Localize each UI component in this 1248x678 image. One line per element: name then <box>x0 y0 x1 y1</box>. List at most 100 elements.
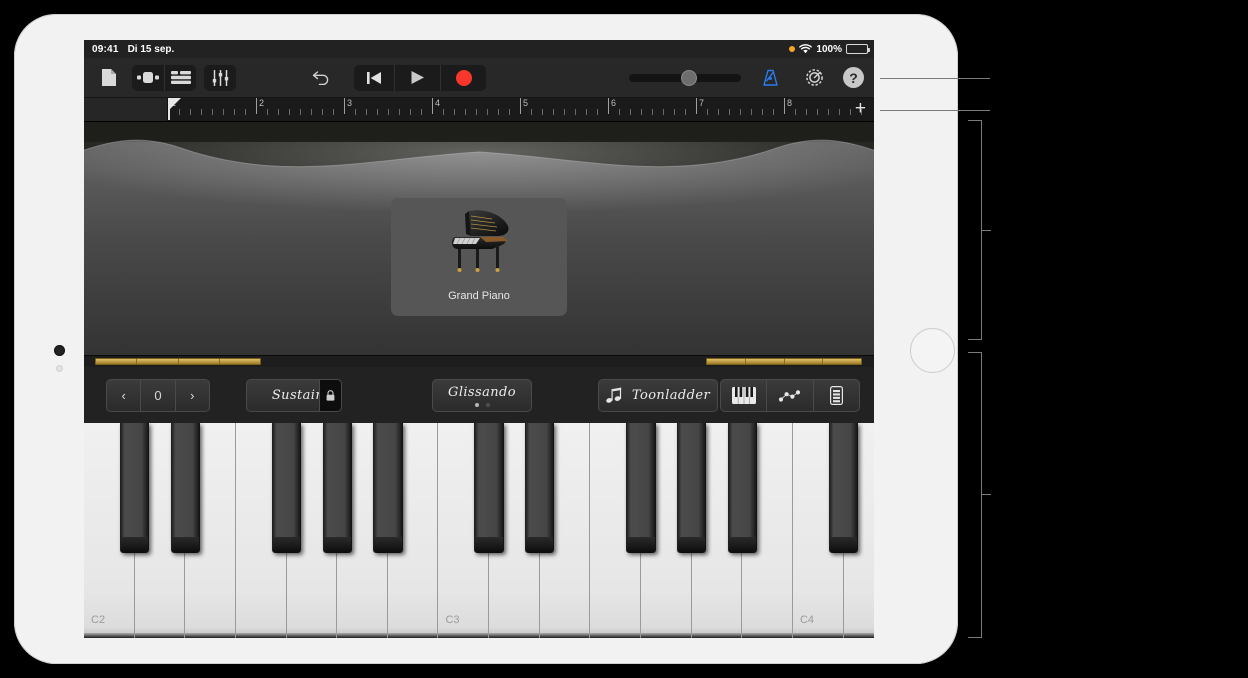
loop-browser-button[interactable] <box>132 65 164 91</box>
keyboard-mode-group <box>720 379 860 412</box>
sustain-lock-toggle[interactable] <box>319 380 341 411</box>
black-key-asharp3[interactable] <box>727 423 757 553</box>
callout-line-keyboard <box>982 494 991 495</box>
front-camera <box>54 345 65 356</box>
app-toolbar: ? <box>84 58 874 98</box>
black-key-csharp3[interactable] <box>474 423 504 553</box>
ruler-bar-line <box>608 98 609 114</box>
black-key-fsharp3[interactable] <box>626 423 656 553</box>
glissando-dot-1[interactable] <box>474 402 479 407</box>
black-key-fsharp2[interactable] <box>271 423 302 553</box>
my-songs-button[interactable] <box>94 65 124 91</box>
playhead[interactable] <box>168 98 181 120</box>
ruler-bar-line <box>256 98 257 114</box>
octave-up-button[interactable]: › <box>174 380 209 411</box>
home-button[interactable] <box>910 328 955 373</box>
ruler-tick <box>839 109 840 115</box>
gold-bar-right <box>706 358 862 365</box>
play-button[interactable] <box>394 64 440 91</box>
ruler-bar-line <box>344 98 345 114</box>
ruler-tick <box>630 109 631 115</box>
timeline-ruler[interactable]: 12345678 + <box>84 98 874 122</box>
add-section-button[interactable]: + <box>855 99 866 118</box>
sliders-icon <box>212 69 228 86</box>
instrument-card[interactable]: Grand Piano <box>391 198 567 316</box>
instrument-name-label: Grand Piano <box>448 290 510 302</box>
eighth-notes-icon <box>606 387 622 403</box>
track-view-icon <box>170 71 191 84</box>
mixer-button[interactable] <box>204 65 236 91</box>
master-volume-knob[interactable] <box>681 69 697 86</box>
ruler-bar-number: 7 <box>699 98 705 108</box>
battery-percentage: 100% <box>816 43 842 55</box>
stacked-keys-icon <box>829 386 843 405</box>
ruler-tick <box>333 109 334 115</box>
ruler-tick <box>674 109 675 115</box>
metronome-button[interactable] <box>755 65 785 91</box>
record-button[interactable] <box>440 64 486 91</box>
ruler-bar-number: 3 <box>347 98 353 108</box>
status-date: Di 15 sep. <box>127 43 175 55</box>
black-key-dsharp2[interactable] <box>170 423 200 553</box>
ipad-device-frame: 09:41 Di 15 sep. 100% ? 2 3 4 5 6 7 8 + … <box>14 14 958 664</box>
ruler-bar-line <box>432 98 433 114</box>
metronome-icon <box>762 69 778 86</box>
ruler-bar-line <box>784 98 785 114</box>
glissando-button[interactable]: Glissando <box>432 379 532 412</box>
black-key-asharp2[interactable] <box>373 423 403 553</box>
black-key-dsharp3[interactable] <box>525 423 555 553</box>
wifi-icon <box>799 44 813 54</box>
ruler-bar-line <box>696 98 697 114</box>
piano-keyboard[interactable]: C2 C3 C4 <box>84 423 874 638</box>
ruler-tick <box>806 109 807 115</box>
black-key-gsharp3[interactable] <box>677 423 707 553</box>
track-view-button[interactable] <box>164 64 196 91</box>
ruler-tick <box>619 109 620 115</box>
ruler-tick <box>542 109 543 115</box>
scale-button[interactable]: Toonladder <box>598 379 718 412</box>
rewind-button[interactable] <box>354 65 394 91</box>
help-button[interactable]: ? <box>843 67 864 88</box>
master-volume-slider[interactable] <box>629 69 741 86</box>
chevron-left-icon: ‹ <box>121 388 126 403</box>
status-indicators: 100% <box>789 43 870 55</box>
black-key-csharp4[interactable] <box>828 423 859 553</box>
keyboard-size-button[interactable] <box>721 380 766 411</box>
arpeggiator-button[interactable] <box>766 380 812 411</box>
octave-down-button[interactable]: ‹ <box>107 380 140 411</box>
gold-bar-left <box>95 358 261 365</box>
undo-arrow-icon <box>312 71 328 85</box>
ruler-tick <box>850 109 851 115</box>
view-toggle-group <box>132 64 196 91</box>
ruler-tick <box>707 109 708 115</box>
octave-control-group: ‹ 0 › <box>106 379 210 412</box>
ipad-screen: 09:41 Di 15 sep. 100% ? 2 3 4 5 6 7 8 + … <box>84 40 874 638</box>
black-key-csharp2[interactable] <box>119 423 150 553</box>
ruler-tick <box>322 109 323 115</box>
status-time: 09:41 <box>92 43 119 55</box>
undo-button[interactable] <box>306 65 336 91</box>
callout-line-ruler <box>880 110 990 111</box>
document-icon <box>102 69 116 86</box>
ruler-tick <box>410 109 411 115</box>
scale-label: Toonladder <box>631 388 711 403</box>
sustain-button[interactable]: Sustain <box>246 379 342 412</box>
ruler-tick <box>366 109 367 115</box>
keyboard-layout-button[interactable] <box>812 380 859 411</box>
toolbar-right-group: ? <box>629 65 864 91</box>
key-label-c3: C3 <box>445 614 460 626</box>
callout-bracket-keyboard <box>968 352 982 638</box>
glissando-dot-2[interactable] <box>485 402 490 407</box>
ruler-tick <box>289 109 290 115</box>
settings-button[interactable] <box>799 65 829 91</box>
ruler-tick <box>740 109 741 115</box>
ruler-tick <box>212 109 213 115</box>
ruler-tick <box>652 109 653 115</box>
ruler-bar-line <box>520 98 521 114</box>
ruler-tick <box>476 109 477 115</box>
ruler-tick <box>311 109 312 115</box>
ruler-tick <box>201 109 202 115</box>
black-key-gsharp2[interactable] <box>322 423 352 553</box>
play-icon <box>411 71 424 84</box>
ruler-left-padding <box>84 98 168 121</box>
